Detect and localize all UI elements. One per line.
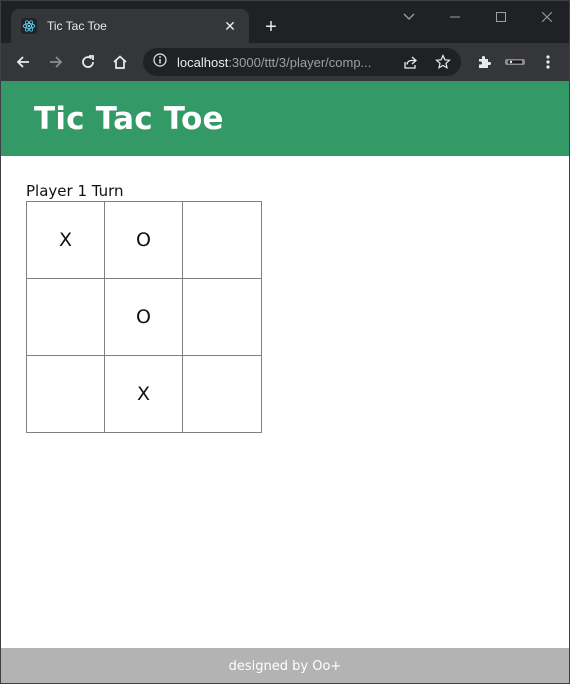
board-cell-3-2[interactable]: X <box>105 356 183 432</box>
info-icon[interactable] <box>153 52 167 72</box>
react-icon <box>21 18 37 34</box>
maximize-icon[interactable] <box>478 3 524 31</box>
tab-title: Tic Tac Toe <box>47 19 107 33</box>
address-bar[interactable]: localhost:3000/ttt/3/player/comp... <box>143 48 461 76</box>
minimize-icon[interactable] <box>432 3 478 31</box>
board-cell-1-3[interactable] <box>183 202 261 279</box>
board-cell-3-3[interactable] <box>183 356 261 432</box>
board-cell-1-1[interactable]: X <box>27 202 105 279</box>
back-icon[interactable] <box>11 50 35 74</box>
app-header: Tic Tac Toe <box>1 81 569 156</box>
home-icon[interactable] <box>108 50 132 74</box>
board-cell-3-1[interactable] <box>27 356 105 432</box>
board-cell-2-2[interactable]: O <box>105 279 183 356</box>
bookmark-star-icon[interactable] <box>435 54 451 75</box>
share-icon[interactable] <box>403 54 419 75</box>
forward-icon[interactable] <box>44 50 68 74</box>
tab-tic-tac-toe[interactable]: Tic Tac Toe ✕ <box>11 9 249 43</box>
footer-credit: designed by Oo+ <box>228 659 342 674</box>
board-cell-1-2[interactable]: O <box>105 202 183 279</box>
tab-search-icon[interactable] <box>386 3 432 31</box>
game-board: X O O X <box>26 201 262 433</box>
reload-icon[interactable] <box>76 50 100 74</box>
url-text[interactable]: localhost:3000/ttt/3/player/comp... <box>177 55 399 70</box>
menu-kebab-icon[interactable] <box>536 50 560 74</box>
url-path: :3000/ttt/3/player/comp... <box>228 54 372 70</box>
extensions-icon[interactable] <box>472 50 496 74</box>
page-footer: designed by Oo+ <box>1 648 569 683</box>
close-window-icon[interactable] <box>524 3 569 31</box>
browser-window: Tic Tac Toe ✕ + localhost:3000/ttt/3/pla… <box>0 0 570 684</box>
tab-strip: Tic Tac Toe ✕ + <box>1 1 569 43</box>
board-cell-2-3[interactable] <box>183 279 261 356</box>
page-title: Tic Tac Toe <box>34 101 224 137</box>
profile-avatar[interactable] <box>503 50 527 74</box>
board-cell-2-1[interactable] <box>27 279 105 356</box>
browser-toolbar: localhost:3000/ttt/3/player/comp... <box>1 43 569 81</box>
new-tab-button[interactable]: + <box>259 15 283 39</box>
tab-close-icon[interactable]: ✕ <box>221 17 239 35</box>
page-content: Tic Tac Toe Player 1 Turn X O O X design… <box>1 81 569 683</box>
turn-status: Player 1 Turn <box>26 182 124 200</box>
url-host: localhost <box>177 54 229 70</box>
